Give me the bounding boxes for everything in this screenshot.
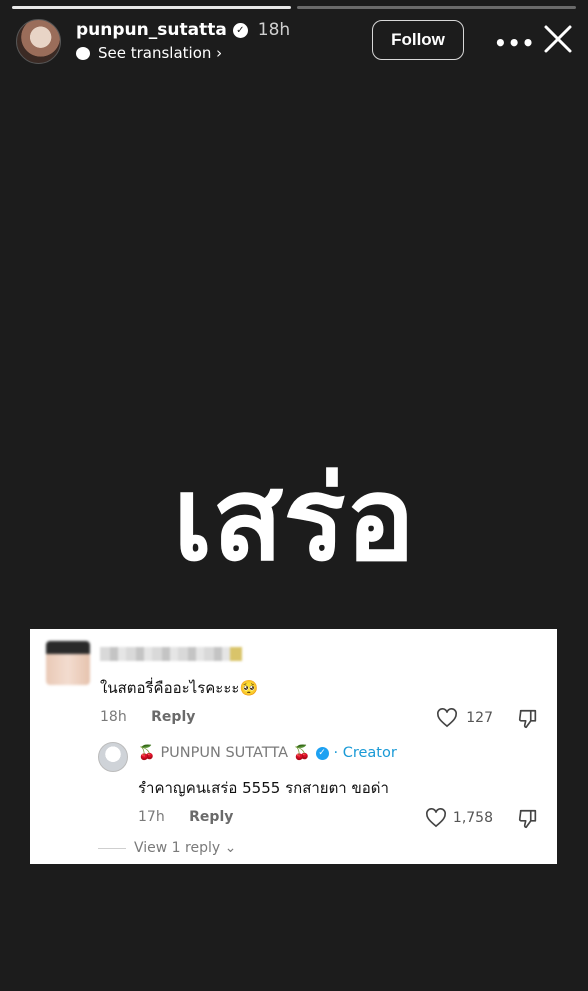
- reply-time: 17h: [138, 809, 165, 825]
- speech-bubble-icon: [76, 46, 90, 60]
- thumbs-down-icon[interactable]: [517, 808, 539, 830]
- verified-check-icon: ✓: [315, 746, 329, 760]
- cherry-emoji-left: 🍒: [138, 745, 156, 761]
- comment-meta: 18h Reply: [100, 709, 195, 725]
- reply-like[interactable]: 1,758: [425, 808, 493, 828]
- progress-segment-1: [12, 6, 291, 9]
- comment-time: 18h: [100, 709, 127, 725]
- more-options-icon[interactable]: •••: [494, 31, 535, 55]
- see-translation-link[interactable]: See translation ›: [76, 44, 222, 62]
- heart-icon[interactable]: [436, 708, 458, 728]
- reply-reply-button[interactable]: Reply: [189, 809, 233, 825]
- commenter-avatar-blurred[interactable]: [46, 641, 90, 685]
- verified-badge-icon: ✓: [232, 22, 248, 38]
- creator-badge: · Creator: [333, 745, 397, 761]
- comment-reply-button[interactable]: Reply: [151, 709, 195, 725]
- story-time: 18h: [257, 20, 291, 40]
- story-header: punpun_sutatta ✓ 18h See translation › F…: [16, 17, 576, 67]
- heart-icon[interactable]: [425, 808, 447, 828]
- reply-meta: 17h Reply: [138, 809, 233, 825]
- comment-like-count: 127: [466, 710, 493, 726]
- progress-segment-2: [297, 6, 576, 9]
- story-username-row[interactable]: punpun_sutatta ✓ 18h: [76, 20, 290, 40]
- story-username[interactable]: punpun_sutatta: [76, 20, 227, 40]
- see-translation-label[interactable]: See translation ›: [98, 44, 222, 62]
- comment-text: ในสตอรี่คืออะไรคะะะ🥺: [100, 679, 259, 697]
- reply-like-count: 1,758: [452, 810, 493, 826]
- thumbs-down-icon[interactable]: [517, 708, 539, 730]
- profile-avatar[interactable]: [16, 19, 61, 64]
- creator-name[interactable]: PUNPUN SUTATTA: [160, 745, 288, 761]
- comment-card: ในสตอรี่คืออะไรคะะะ🥺 18h Reply 127 🍒 PUN…: [30, 629, 557, 864]
- divider-line: [98, 847, 126, 849]
- creator-name-row[interactable]: 🍒 PUNPUN SUTATTA 🍒 ✓ · Creator: [138, 745, 397, 761]
- follow-button[interactable]: Follow: [372, 20, 464, 60]
- creator-avatar[interactable]: [98, 742, 128, 772]
- close-icon[interactable]: [542, 23, 574, 55]
- story-progress-bar: [12, 6, 576, 9]
- commenter-username-blurred[interactable]: [100, 647, 242, 661]
- reply-text: รำคาญคนเสร่อ 5555 รกสายตา ขอด่า: [138, 779, 389, 797]
- view-replies-link[interactable]: View 1 reply ⌄: [98, 840, 236, 856]
- comment-like[interactable]: 127: [436, 708, 493, 728]
- story-main-text: เสร่อ: [172, 452, 416, 587]
- cherry-emoji-right: 🍒: [293, 745, 311, 761]
- view-replies-label[interactable]: View 1 reply ⌄: [134, 840, 236, 856]
